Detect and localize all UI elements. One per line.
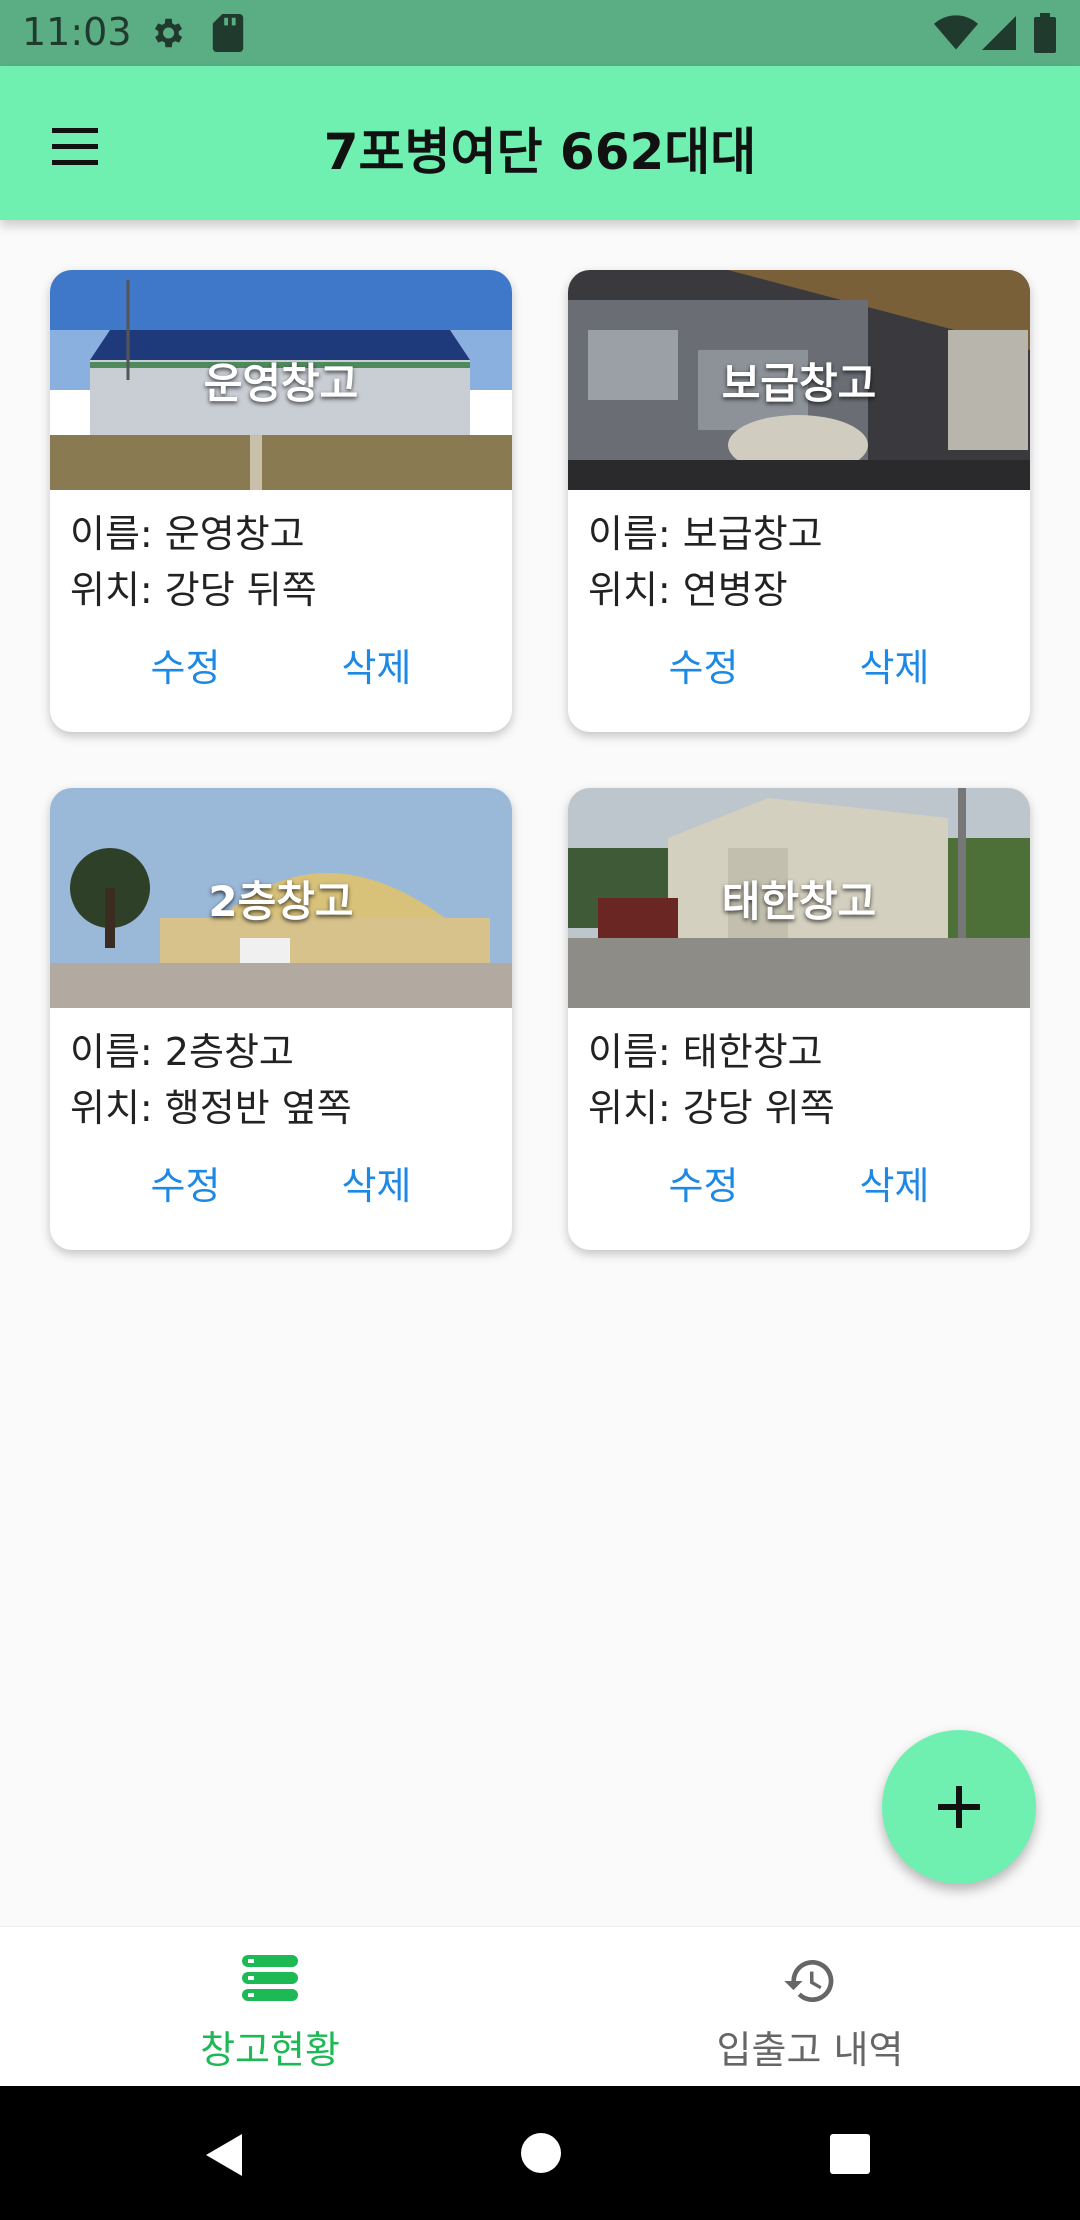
storage-icon (242, 1955, 298, 2001)
page-title: 7포병여단 662대대 (323, 123, 757, 181)
recents-icon[interactable] (828, 2132, 872, 2176)
nav-item-warehouse-status[interactable]: 창고현황 (0, 1927, 540, 2087)
warehouse-name: 이름: 태한창고 (588, 1030, 823, 1074)
warehouse-name: 이름: 운영창고 (70, 512, 305, 556)
bottom-navigation: 창고현황 입출고 내역 (0, 1926, 1080, 2086)
warehouse-photo-title: 태한창고 (721, 876, 877, 926)
sd-card-icon (212, 14, 244, 52)
warehouse-photo-title: 운영창고 (203, 358, 359, 408)
signal-icon (982, 16, 1016, 50)
warehouse-photo: 보급창고 (568, 270, 1030, 490)
edit-button[interactable]: 수정 (629, 1149, 779, 1216)
back-icon[interactable] (200, 2130, 250, 2180)
warehouse-card[interactable]: 운영창고 이름: 운영창고 위치: 강당 뒤쪽 수정 삭제 (50, 270, 512, 732)
warehouse-location: 위치: 강당 뒤쪽 (70, 568, 317, 612)
delete-button[interactable]: 삭제 (302, 1149, 452, 1216)
edit-button[interactable]: 수정 (111, 1149, 261, 1216)
warehouse-name: 이름: 2층창고 (70, 1030, 294, 1074)
warehouse-photo-title: 보급창고 (721, 358, 877, 408)
warehouse-location: 위치: 강당 위쪽 (588, 1086, 835, 1130)
warehouse-location: 위치: 행정반 옆쪽 (70, 1086, 352, 1130)
warehouse-photo: 2층창고 (50, 788, 512, 1008)
warehouse-card[interactable]: 2층창고 이름: 2층창고 위치: 행정반 옆쪽 수정 삭제 (50, 788, 512, 1250)
nav-label: 창고현황 (200, 2028, 340, 2072)
edit-button[interactable]: 수정 (111, 631, 261, 698)
system-navigation-bar (0, 2086, 1080, 2220)
warehouse-card[interactable]: 보급창고 이름: 보급창고 위치: 연병장 수정 삭제 (568, 270, 1030, 732)
delete-button[interactable]: 삭제 (302, 631, 452, 698)
warehouse-card[interactable]: 태한창고 이름: 태한창고 위치: 강당 위쪽 수정 삭제 (568, 788, 1030, 1250)
app-bar: 7포병여단 662대대 (0, 66, 1080, 220)
delete-button[interactable]: 삭제 (820, 1149, 970, 1216)
wifi-icon (934, 15, 978, 50)
warehouse-location: 위치: 연병장 (588, 568, 788, 612)
nav-label: 입출고 내역 (716, 2028, 904, 2072)
status-time: 11:03 (22, 10, 132, 54)
warehouse-photo: 태한창고 (568, 788, 1030, 1008)
status-bar: 11:03 (0, 0, 1080, 66)
battery-icon (1034, 13, 1056, 53)
settings-icon (154, 18, 183, 48)
warehouse-photo: 운영창고 (50, 270, 512, 490)
add-warehouse-button[interactable] (882, 1730, 1036, 1884)
warehouse-photo-title: 2층창고 (208, 876, 354, 926)
delete-button[interactable]: 삭제 (820, 631, 970, 698)
warehouse-name: 이름: 보급창고 (588, 512, 823, 556)
nav-item-history[interactable]: 입출고 내역 (540, 1927, 1080, 2087)
plus-icon (938, 1786, 980, 1828)
edit-button[interactable]: 수정 (629, 631, 779, 698)
home-icon[interactable] (518, 2130, 564, 2176)
history-icon (784, 1959, 834, 2002)
